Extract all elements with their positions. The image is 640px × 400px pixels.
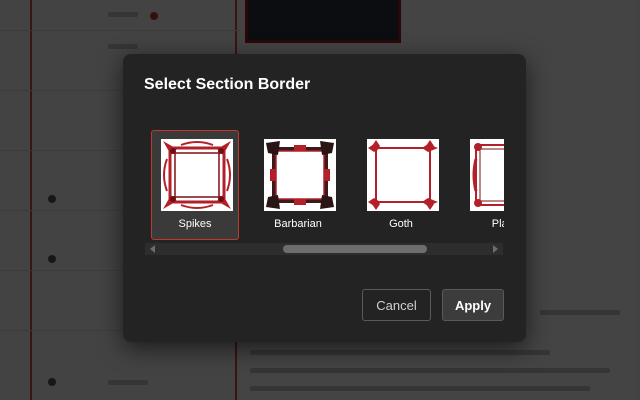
border-options-list: Spikes Barbarian Goth Pl — [144, 128, 504, 258]
barbarian-border-icon — [264, 139, 336, 211]
scrollbar-thumb[interactable] — [283, 245, 427, 253]
scroll-right-icon[interactable] — [491, 245, 499, 253]
border-option-spikes[interactable]: Spikes — [151, 130, 239, 240]
dialog-title: Select Section Border — [144, 76, 311, 93]
scroll-left-icon[interactable] — [149, 245, 157, 253]
border-option-label: Barbarian — [274, 218, 322, 230]
apply-button[interactable]: Apply — [442, 289, 504, 321]
cancel-button[interactable]: Cancel — [362, 289, 431, 321]
border-option-label: Plain — [491, 218, 504, 230]
border-option-label: Goth — [389, 218, 413, 230]
spikes-border-icon — [161, 139, 233, 211]
border-option-goth[interactable]: Goth — [357, 130, 445, 240]
border-option-label: Spikes — [178, 218, 212, 230]
goth-border-icon — [367, 139, 439, 211]
border-option-barbarian[interactable]: Barbarian — [254, 130, 342, 240]
border-option-plain[interactable]: Plain — [460, 130, 504, 240]
plain-border-icon — [470, 139, 504, 211]
horizontal-scrollbar[interactable] — [145, 243, 503, 255]
